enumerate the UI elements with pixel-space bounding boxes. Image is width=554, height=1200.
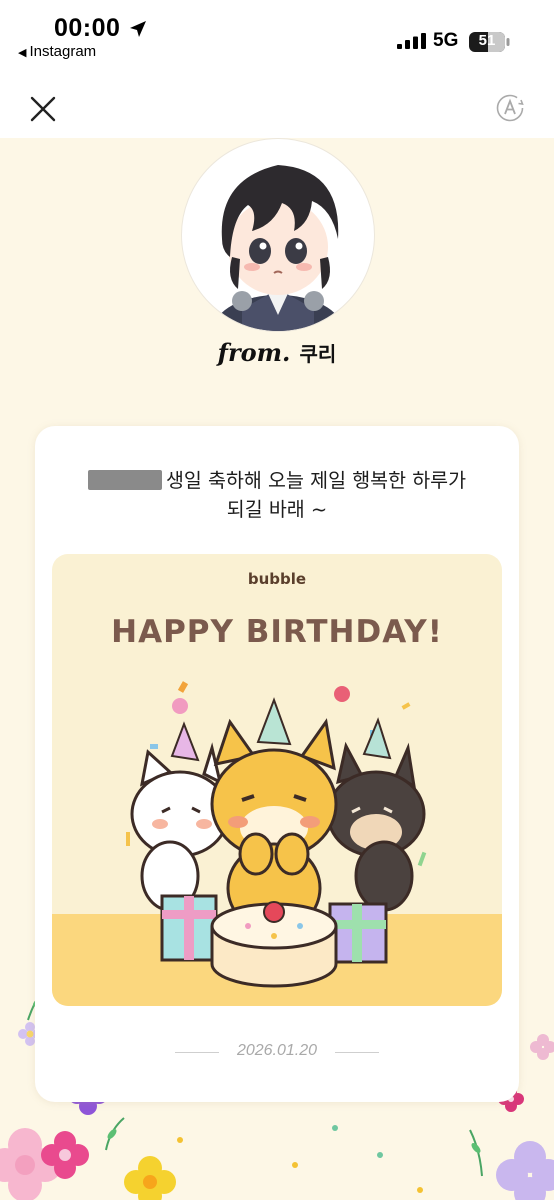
network-type: 5G: [433, 30, 459, 51]
close-icon[interactable]: [26, 92, 60, 126]
bubble-logo: bubble: [247, 570, 307, 588]
sender-avatar: [181, 138, 375, 332]
cellular-signal-icon: [397, 33, 426, 49]
message-line-2: 되길 바래 ~: [226, 498, 328, 521]
date-row: 2026.01.20: [35, 1042, 519, 1062]
message-date: 2026.01.20: [236, 1042, 318, 1059]
sender-name: 쿠리: [299, 342, 337, 366]
back-to-app-link[interactable]: ◀ Instagram: [18, 43, 96, 60]
from-label: from.: [217, 338, 291, 367]
message-line-1: 생일 축하해 오늘 제일 행복한 하루가: [165, 469, 467, 492]
battery-level: 51: [478, 32, 496, 49]
birthday-headline: HAPPY BIRTHDAY!: [111, 614, 443, 650]
birthday-image: bubble HAPPY BIRTHDAY!: [52, 554, 502, 1006]
top-bar: [0, 72, 554, 138]
date-divider-right: [335, 1052, 379, 1053]
message-card: 생일 축하해 오늘 제일 행복한 하루가 되길 바래 ~ bubble HAPP…: [35, 426, 519, 1102]
birthday-dogs-illustration: [126, 681, 427, 988]
status-bar: 00:00 ◀ Instagram 5G 51: [0, 0, 554, 72]
redacted-recipient: [87, 470, 162, 490]
location-arrow-icon: [130, 21, 146, 37]
message-text: 생일 축하해 오늘 제일 행복한 하루가 되길 바래 ~: [65, 466, 489, 524]
sender-line: from. 쿠리: [0, 338, 554, 367]
back-triangle-icon: ◀: [18, 47, 27, 59]
chibi-avatar-illustration: [214, 165, 342, 331]
auto-translate-icon[interactable]: [495, 93, 525, 123]
back-app-label: Instagram: [29, 43, 97, 60]
status-time: 00:00: [54, 14, 121, 42]
